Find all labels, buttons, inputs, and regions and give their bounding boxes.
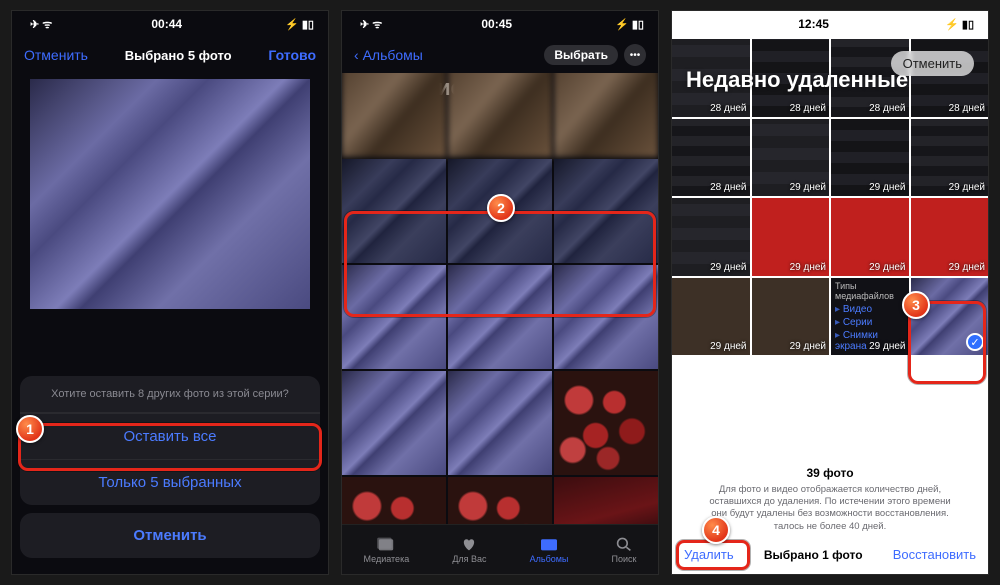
deleted-tile-media-types[interactable]: Типы медиафайлов Видео Серии Снимки экра…: [831, 278, 909, 356]
photo-tile[interactable]: [448, 73, 552, 157]
tab-library[interactable]: Медиатека: [364, 536, 410, 564]
keep-all-button[interactable]: Оставить все: [20, 413, 320, 459]
selection-count: Выбрано 1 фото: [764, 548, 863, 562]
status-right-icons: ⚡ ▮▯: [281, 17, 314, 31]
nav-cancel[interactable]: Отменить: [24, 47, 88, 63]
step-badge-3: 3: [902, 291, 930, 319]
status-left-icons: ✈ ᯤ: [356, 17, 382, 32]
sheet-cancel-button[interactable]: Отменить: [20, 513, 320, 558]
nav-done[interactable]: Готово: [268, 47, 316, 63]
status-time: 00:45: [481, 17, 512, 31]
library-icon: [376, 536, 396, 552]
photo-tile[interactable]: [554, 265, 658, 369]
select-button[interactable]: Выбрать: [544, 45, 618, 65]
deleted-tile[interactable]: 29 дней: [911, 198, 989, 276]
sheet-message: Хотите оставить 8 других фото из этой се…: [20, 376, 320, 413]
photo-tile[interactable]: [554, 371, 658, 475]
phone-delete-confirm: ✈ ᯤ 00:44 ⚡ ▮▯ Отменить Выбрано 5 фото Г…: [11, 10, 329, 575]
photo-tile[interactable]: [342, 371, 446, 475]
albums-icon: [539, 536, 559, 552]
photo-tile[interactable]: [342, 477, 446, 524]
deleted-tile[interactable]: 29 дней: [752, 198, 830, 276]
heart-icon: [459, 536, 479, 552]
photo-tile[interactable]: [554, 477, 658, 524]
photo-tile[interactable]: [342, 159, 446, 263]
photo-count: 39 фото: [684, 466, 976, 480]
photo-tile[interactable]: [448, 371, 552, 475]
nav-bar: ‹ Альбомы Выбрать •••: [342, 37, 658, 73]
tab-foryou[interactable]: Для Вас: [452, 536, 486, 564]
status-bar: ✈ ᯤ 00:45 ⚡ ▮▯: [342, 11, 658, 37]
search-icon: [614, 536, 634, 552]
tab-search[interactable]: Поиск: [612, 536, 637, 564]
status-bar: 12:45 ⚡ ▮▯: [672, 11, 988, 37]
photo-tile[interactable]: [342, 265, 446, 369]
nav-title: Выбрано 5 фото: [125, 48, 232, 63]
cancel-chip[interactable]: Отменить: [891, 51, 974, 76]
deleted-tile[interactable]: 29 дней: [752, 119, 830, 197]
step-badge-2: 2: [487, 194, 515, 222]
back-button[interactable]: ‹ Альбомы: [354, 47, 423, 63]
photo-tile[interactable]: [448, 477, 552, 524]
nav-bar: Отменить Выбрано 5 фото Готово: [12, 37, 328, 73]
photo-tile[interactable]: [554, 73, 658, 157]
keep-selected-button[interactable]: Только 5 выбранных: [20, 459, 320, 505]
photo-tile[interactable]: [448, 265, 552, 369]
action-sheet: Хотите оставить 8 других фото из этой се…: [20, 376, 320, 566]
deleted-tile[interactable]: 29 дней: [672, 278, 750, 356]
deleted-tile[interactable]: 29 дней: [752, 278, 830, 356]
more-menu-icon[interactable]: •••: [624, 44, 646, 66]
deleted-tile[interactable]: 29 дней: [911, 119, 989, 197]
photo-tile[interactable]: [554, 159, 658, 263]
tab-bar: Медиатека Для Вас Альбомы Поиск: [342, 524, 658, 574]
status-bar: ✈ ᯤ 00:44 ⚡ ▮▯: [12, 11, 328, 37]
check-icon: ✓: [966, 333, 984, 351]
photo-tile[interactable]: [342, 73, 446, 157]
status-time: 12:45: [798, 17, 829, 31]
deleted-title: Недавно удаленные: [686, 67, 908, 93]
deleted-tile[interactable]: 28 дней: [672, 119, 750, 197]
step-badge-1: 1: [16, 415, 44, 443]
phone-recently-deleted: 12:45 ⚡ ▮▯ 28 дней 28 дней 28 дней 28 дн…: [671, 10, 989, 575]
status-right-icons: ⚡ ▮▯: [941, 17, 974, 31]
deleted-tile[interactable]: 29 дней: [831, 119, 909, 197]
status-right-icons: ⚡ ▮▯: [611, 17, 644, 31]
tab-albums[interactable]: Альбомы: [530, 536, 569, 564]
status-left-icons: ✈ ᯤ: [26, 17, 52, 32]
photo-preview[interactable]: [30, 79, 310, 309]
deleted-tile[interactable]: 29 дней: [831, 198, 909, 276]
deleted-tile[interactable]: 29 дней: [672, 198, 750, 276]
restore-button[interactable]: Восстановить: [893, 547, 976, 562]
phone-album-recent: ✈ ᯤ 00:45 ⚡ ▮▯ ‹ Альбомы Выбрать ••• Нед…: [341, 10, 659, 575]
step-badge-4: 4: [702, 516, 730, 544]
delete-button[interactable]: Удалить: [684, 547, 734, 562]
status-time: 00:44: [151, 17, 182, 31]
